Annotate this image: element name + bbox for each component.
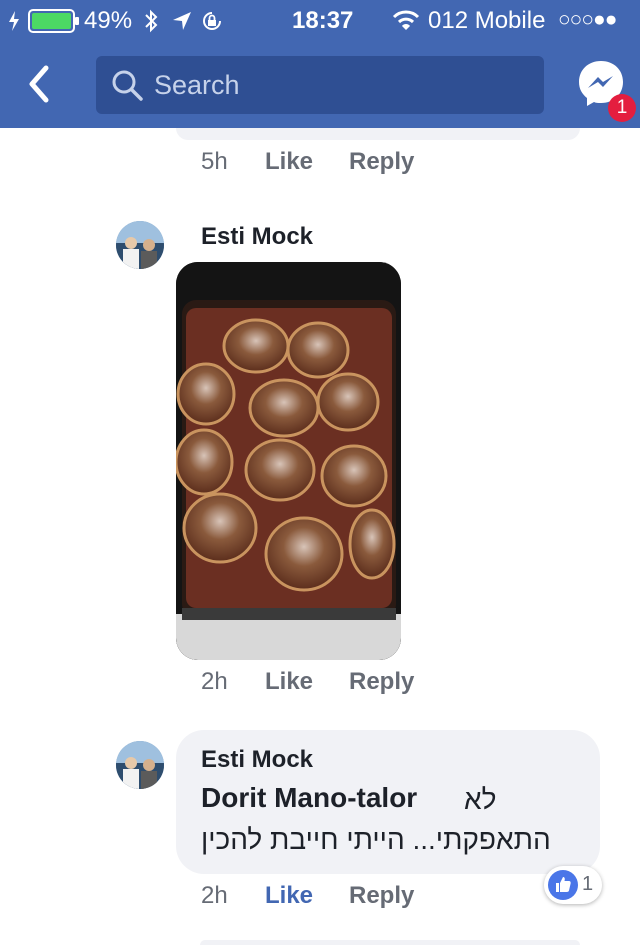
comment-text: התאפקתי... הייתי חייבת להכין bbox=[201, 824, 551, 855]
next-bubble-edge bbox=[200, 940, 580, 945]
like-button[interactable]: Like bbox=[265, 668, 313, 696]
signal-strength: ○○○●● bbox=[558, 8, 617, 31]
nav-bar: Search 1 bbox=[0, 42, 640, 128]
reply-button[interactable]: Reply bbox=[349, 668, 414, 696]
comment-photo[interactable] bbox=[176, 262, 401, 660]
comment-bubble[interactable]: Esti Mock Dorit Mano-talor לא התאפקתי...… bbox=[176, 730, 600, 874]
battery-percent: 49% bbox=[84, 7, 133, 34]
reaction-summary[interactable]: 1 bbox=[544, 866, 602, 904]
mentioned-user[interactable]: Dorit Mano-talor bbox=[201, 782, 417, 814]
wifi-icon bbox=[392, 10, 420, 30]
location-arrow-icon bbox=[173, 12, 191, 30]
like-button[interactable]: Like bbox=[265, 148, 313, 176]
avatar-photo bbox=[116, 221, 164, 269]
charging-icon bbox=[9, 11, 19, 31]
reply-button[interactable]: Reply bbox=[349, 148, 414, 176]
rotation-lock-icon bbox=[203, 12, 221, 30]
comment-time: 2h bbox=[201, 882, 228, 909]
battery-icon bbox=[28, 9, 79, 33]
reply-button[interactable]: Reply bbox=[349, 882, 414, 910]
comment-time: 5h bbox=[201, 148, 228, 175]
like-button[interactable]: Like bbox=[265, 882, 313, 910]
food-photo-image bbox=[176, 262, 401, 660]
previous-bubble-tail bbox=[176, 128, 580, 140]
comment-text: לא bbox=[464, 784, 497, 815]
search-bar[interactable]: Search bbox=[96, 56, 544, 114]
like-reaction-icon bbox=[548, 870, 578, 900]
comment-time: 2h bbox=[201, 668, 228, 695]
search-icon bbox=[112, 70, 143, 101]
app-header: 49% 18:37 012 Mobile ○○○●● Search 1 bbox=[0, 0, 640, 128]
clock: 18:37 bbox=[292, 7, 354, 34]
status-bar: 49% 18:37 012 Mobile ○○○●● bbox=[0, 0, 640, 42]
avatar-photo bbox=[116, 741, 164, 789]
comment-author[interactable]: Esti Mock bbox=[201, 223, 313, 251]
messenger-badge: 1 bbox=[608, 94, 636, 122]
carrier-name: 012 Mobile bbox=[428, 7, 546, 34]
reaction-count: 1 bbox=[582, 873, 594, 895]
comment-author[interactable]: Esti Mock bbox=[201, 746, 313, 774]
avatar[interactable] bbox=[116, 221, 164, 269]
back-chevron-icon[interactable] bbox=[22, 62, 56, 106]
search-placeholder: Search bbox=[154, 70, 240, 100]
avatar[interactable] bbox=[116, 741, 164, 789]
bluetooth-icon bbox=[145, 9, 158, 33]
